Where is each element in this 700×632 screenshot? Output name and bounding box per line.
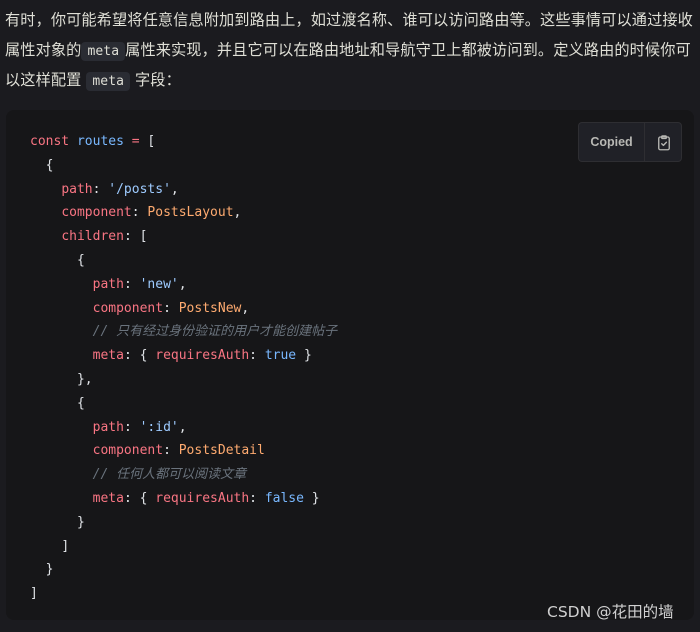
code-token-punc: : [ [123,229,148,245]
intro-paragraph: 有时，你可能希望将任意信息附加到路由上，如过渡名称、谁可以访问路由等。这些事情可… [5,6,699,97]
code-token-key: path [61,181,93,197]
code-token-punc: : [92,181,109,197]
code-token-kw: const [30,134,77,149]
code-token-val: PostsNew [178,300,242,316]
code-line: ] [30,535,337,559]
code-line: // 只有经过身份验证的用户才能创建帖子 [30,320,337,344]
code-line: component: PostsDetail [30,439,337,463]
code-token-punc: : [249,490,265,506]
code-line: }, [30,368,337,392]
code-content: const routes = [ { path: '/posts', compo… [30,130,337,606]
inline-code-meta: meta [81,41,126,61]
code-token-var: routes [76,134,124,149]
code-line: } [30,511,337,535]
code-token-val: PostsLayout [147,205,234,221]
code-token-punc: : { [123,490,156,506]
code-token-punc: } [45,562,54,578]
code-token-punc: : [163,443,179,459]
code-token-punc: , [178,419,187,435]
code-token-punc: ] [61,538,70,554]
code-token-punc: , [241,300,250,316]
code-line: { [30,392,337,416]
intro-text-3: 字段： [130,71,181,89]
code-token-bool: true [264,348,297,364]
code-line: component: PostsLayout, [30,201,337,225]
code-token-key: requiresAuth [155,348,250,364]
code-token-comment: // 任何人都可以阅读文章 [92,467,247,483]
code-token-str: ':id' [139,419,179,435]
code-token-punc: ] [30,586,38,602]
code-token-key: component [92,300,164,316]
code-token-key: path [92,276,124,292]
code-token-str: 'new' [139,276,179,292]
code-line: const routes = [ [30,130,337,154]
code-token-key: meta [92,348,124,364]
code-line: path: ':id', [30,416,337,440]
code-token-bool: false [264,490,304,506]
code-line: path: 'new', [30,273,337,297]
code-line: meta: { requiresAuth: true } [30,344,337,368]
code-token-key: component [61,205,132,221]
code-token-comment: // 只有经过身份验证的用户才能创建帖子 [92,324,338,340]
code-token-punc: }, [76,371,93,387]
code-token-key: component [92,443,164,459]
code-token-punc: : [249,348,265,364]
inline-code-meta-2: meta [86,72,131,91]
code-token-key: meta [92,490,124,506]
code-token-punc: , [178,276,187,292]
code-token-val: PostsDetail [178,443,265,459]
code-token-key: path [92,419,124,435]
code-line: { [30,154,337,178]
code-line: meta: { requiresAuth: false } [30,487,337,511]
code-token-punc: : [131,205,148,221]
code-token-punc: , [233,205,242,221]
code-line: // 任何人都可以阅读文章 [30,463,337,487]
code-token-op: = [123,134,148,149]
code-token-punc: { [76,395,85,411]
copy-code-button[interactable] [644,122,682,162]
code-block: Copied const routes = [ { path: '/posts'… [6,110,694,620]
code-line: children: [ [30,225,337,249]
code-line: { [30,249,337,273]
code-token-punc: } [76,514,85,530]
code-line: ] [30,582,337,606]
csdn-watermark: CSDN @花田的墙 [547,603,674,621]
code-token-punc: } [296,348,312,364]
code-token-punc: : [163,300,179,316]
code-line: component: PostsNew, [30,297,337,321]
code-token-punc: : [123,276,140,292]
code-token-punc: [ [147,134,156,149]
code-token-key: requiresAuth [155,490,250,506]
code-token-punc: : [123,419,140,435]
code-token-punc: } [303,490,320,506]
code-token-punc: { [76,252,85,268]
code-token-punc: { [45,157,54,173]
clipboard-check-icon [658,135,670,151]
copied-status-label: Copied [578,122,644,162]
code-token-punc: : { [123,348,156,364]
code-token-str: '/posts' [108,181,171,197]
code-line: } [30,558,337,582]
code-line: path: '/posts', [30,178,337,202]
code-token-key: children [61,229,124,245]
code-token-punc: , [170,181,179,197]
